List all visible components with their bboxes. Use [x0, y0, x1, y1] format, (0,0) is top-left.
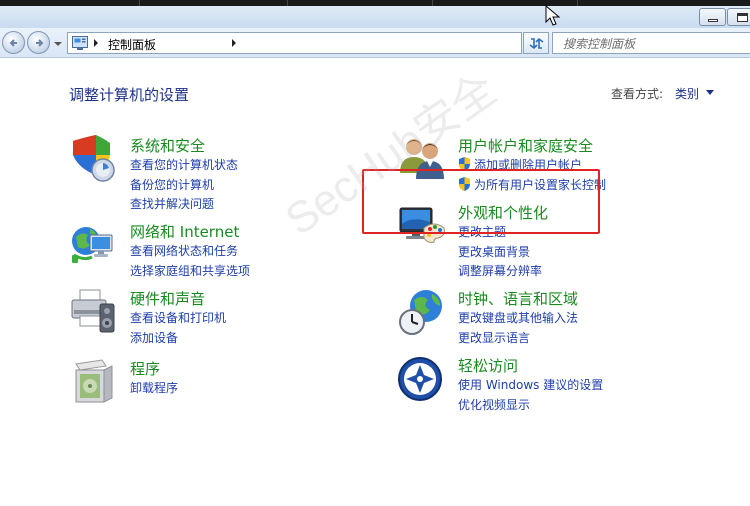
arrow-left-icon — [9, 39, 17, 47]
view-by-label: 查看方式: — [611, 87, 664, 101]
minimize-button[interactable] — [699, 8, 726, 26]
control-panel-icon — [72, 36, 88, 50]
refresh-icon — [529, 37, 544, 50]
link-troubleshoot[interactable]: 查找并解决问题 — [130, 195, 238, 215]
breadcrumb-control-panel[interactable]: 控制面板 — [108, 36, 156, 53]
arrow-right-icon — [36, 39, 44, 47]
link-change-keyboard-input[interactable]: 更改键盘或其他输入法 — [458, 309, 578, 329]
category-title[interactable]: 轻松访问 — [458, 355, 518, 376]
page-title: 调整计算机的设置 — [69, 86, 190, 104]
link-view-network-status[interactable]: 查看网络状态和任务 — [130, 242, 250, 262]
address-toolbar: 控制面板 — [0, 28, 750, 58]
ease-of-access-icon[interactable] — [398, 355, 446, 403]
clock-globe-icon[interactable] — [398, 288, 446, 336]
refresh-button[interactable] — [523, 32, 549, 54]
link-add-device[interactable]: 添加设备 — [130, 329, 226, 349]
link-homegroup-sharing[interactable]: 选择家庭组和共享选项 — [130, 262, 250, 282]
system-security-shield-icon[interactable] — [70, 135, 118, 183]
view-by: 查看方式: 类别 — [611, 85, 714, 102]
forward-button[interactable] — [27, 31, 50, 54]
link-backup-computer[interactable]: 备份您的计算机 — [130, 176, 238, 196]
search-input[interactable] — [553, 34, 743, 54]
link-use-recommended-settings[interactable]: 使用 Windows 建议的设置 — [458, 376, 603, 396]
link-change-desktop-background[interactable]: 更改桌面背景 — [458, 243, 542, 263]
category-title[interactable]: 系统和安全 — [130, 135, 205, 156]
search-box[interactable] — [552, 32, 750, 54]
category-title[interactable]: 程序 — [130, 358, 160, 379]
category-title[interactable]: 时钟、语言和区域 — [458, 288, 578, 309]
link-uninstall-program[interactable]: 卸载程序 — [130, 379, 178, 399]
programs-box-icon[interactable] — [70, 358, 118, 406]
network-globe-icon[interactable] — [70, 221, 118, 269]
chevron-down-icon[interactable] — [706, 90, 714, 95]
category-title[interactable]: 硬件和声音 — [130, 288, 205, 309]
category-title[interactable]: 用户帐户和家庭安全 — [458, 135, 593, 156]
link-view-computer-status[interactable]: 查看您的计算机状态 — [130, 156, 238, 176]
link-adjust-resolution[interactable]: 调整屏幕分辨率 — [458, 262, 542, 282]
window-title-bar — [0, 6, 750, 28]
link-change-display-language[interactable]: 更改显示语言 — [458, 329, 578, 349]
maximize-button[interactable] — [727, 8, 750, 26]
address-box[interactable]: 控制面板 — [67, 32, 584, 54]
link-devices-printers[interactable]: 查看设备和打印机 — [130, 309, 226, 329]
minimize-icon — [708, 19, 718, 22]
category-title[interactable]: 网络和 Internet — [130, 221, 239, 242]
breadcrumb-arrow-icon[interactable] — [231, 39, 237, 47]
back-button[interactable] — [2, 31, 25, 54]
printer-speaker-icon[interactable] — [70, 288, 118, 336]
breadcrumb-arrow-icon[interactable] — [93, 39, 99, 47]
link-optimize-video-display[interactable]: 优化视频显示 — [458, 396, 603, 416]
view-by-dropdown[interactable]: 类别 — [675, 85, 699, 102]
highlight-annotation-box — [362, 169, 600, 234]
restore-icon — [737, 13, 748, 22]
recent-pages-chevron-icon[interactable] — [54, 40, 62, 48]
mouse-cursor-icon — [545, 5, 561, 26]
